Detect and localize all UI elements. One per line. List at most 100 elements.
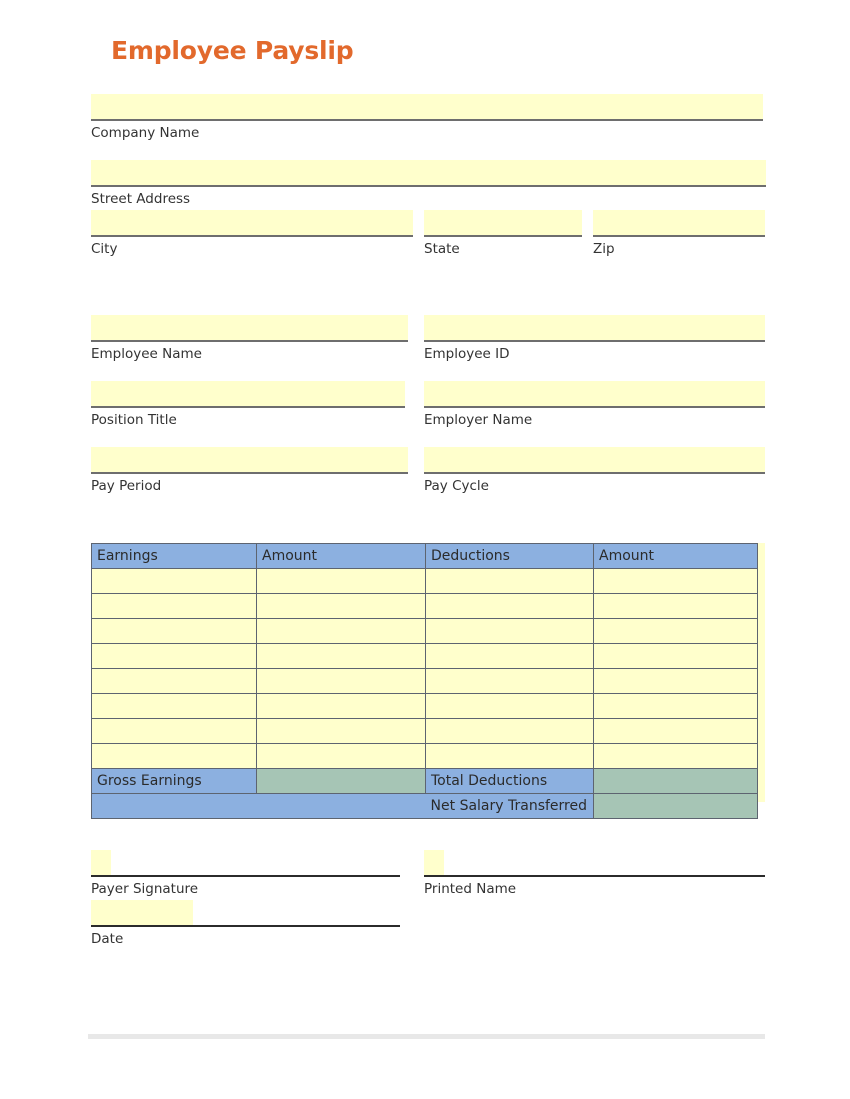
state-value <box>424 210 582 218</box>
cell-earnings[interactable] <box>91 618 257 644</box>
column-header-earnings: Earnings <box>91 543 257 569</box>
table-right-sliver <box>757 543 765 802</box>
field-employee-id: Employee ID <box>424 315 765 363</box>
field-state: State <box>424 210 582 258</box>
table-net-row: Net Salary Transferred <box>91 793 758 819</box>
position-title-value <box>91 381 405 389</box>
cell-deductions-amount[interactable] <box>593 643 758 669</box>
field-street-address: Street Address <box>91 160 766 208</box>
table-row <box>91 568 758 594</box>
cell-deductions-amount[interactable] <box>593 593 758 619</box>
cell-earnings-amount[interactable] <box>256 743 426 769</box>
field-printed-name: Printed Name <box>424 850 765 898</box>
cell-earnings-amount[interactable] <box>256 668 426 694</box>
pay-period-label: Pay Period <box>91 478 162 494</box>
gross-earnings-value[interactable] <box>256 768 426 794</box>
cell-deductions-amount[interactable] <box>593 743 758 769</box>
pay-cycle-input[interactable] <box>424 447 765 474</box>
cell-deductions-amount[interactable] <box>593 718 758 744</box>
field-zip: Zip <box>593 210 765 258</box>
employer-name-label: Employer Name <box>424 412 533 428</box>
cell-earnings-amount[interactable] <box>256 568 426 594</box>
pay-period-value <box>91 447 408 455</box>
cell-deductions[interactable] <box>425 668 594 694</box>
cell-deductions[interactable] <box>425 593 594 619</box>
table-row <box>91 618 758 644</box>
cell-earnings[interactable] <box>91 568 257 594</box>
field-company-name: Company Name <box>91 94 763 142</box>
payer-signature-value <box>91 850 111 875</box>
cell-deductions[interactable] <box>425 718 594 744</box>
employee-id-label: Employee ID <box>424 346 510 362</box>
field-pay-cycle: Pay Cycle <box>424 447 765 495</box>
table-row <box>91 693 758 719</box>
field-position-title: Position Title <box>91 381 405 429</box>
earnings-deductions-table: Earnings Amount Deductions Amount Gross … <box>91 543 758 819</box>
net-salary-label: Net Salary Transferred <box>91 793 594 819</box>
table-body: Gross Earnings Total Deductions Net Sala… <box>91 568 758 819</box>
cell-earnings[interactable] <box>91 718 257 744</box>
field-date: Date <box>91 900 400 948</box>
table-row <box>91 593 758 619</box>
page-title: Employee Payslip <box>111 36 354 65</box>
total-deductions-value[interactable] <box>593 768 758 794</box>
company-name-label: Company Name <box>91 125 200 141</box>
payer-signature-input[interactable] <box>91 850 400 877</box>
cell-deductions-amount[interactable] <box>593 568 758 594</box>
printed-name-input[interactable] <box>424 850 765 877</box>
column-header-deductions: Deductions <box>425 543 594 569</box>
employer-name-value <box>424 381 765 389</box>
footer-divider <box>88 1034 765 1039</box>
zip-input[interactable] <box>593 210 765 237</box>
employer-name-input[interactable] <box>424 381 765 408</box>
pay-cycle-label: Pay Cycle <box>424 478 489 494</box>
position-title-input[interactable] <box>91 381 405 408</box>
state-label: State <box>424 241 460 257</box>
payslip-page: Employee Payslip Company Name Street Add… <box>0 0 850 1099</box>
company-name-value <box>91 94 763 102</box>
employee-name-label: Employee Name <box>91 346 202 362</box>
cell-deductions-amount[interactable] <box>593 668 758 694</box>
state-input[interactable] <box>424 210 582 237</box>
company-name-input[interactable] <box>91 94 763 121</box>
printed-name-label: Printed Name <box>424 881 517 897</box>
cell-deductions[interactable] <box>425 693 594 719</box>
column-header-deductions-amount: Amount <box>593 543 758 569</box>
employee-id-value <box>424 315 765 323</box>
table-header-row: Earnings Amount Deductions Amount <box>91 543 758 569</box>
table-row <box>91 668 758 694</box>
cell-earnings[interactable] <box>91 693 257 719</box>
employee-name-input[interactable] <box>91 315 408 342</box>
cell-earnings[interactable] <box>91 668 257 694</box>
cell-deductions-amount[interactable] <box>593 693 758 719</box>
cell-earnings-amount[interactable] <box>256 693 426 719</box>
column-header-earnings-amount: Amount <box>256 543 426 569</box>
date-label: Date <box>91 931 124 947</box>
payer-signature-label: Payer Signature <box>91 881 199 897</box>
zip-label: Zip <box>593 241 615 257</box>
cell-earnings-amount[interactable] <box>256 618 426 644</box>
date-input[interactable] <box>91 900 400 927</box>
street-address-input[interactable] <box>91 160 766 187</box>
cell-deductions[interactable] <box>425 643 594 669</box>
city-input[interactable] <box>91 210 413 237</box>
cell-deductions[interactable] <box>425 743 594 769</box>
city-value <box>91 210 413 218</box>
field-payer-signature: Payer Signature <box>91 850 400 898</box>
table-row <box>91 743 758 769</box>
cell-earnings-amount[interactable] <box>256 718 426 744</box>
employee-id-input[interactable] <box>424 315 765 342</box>
cell-earnings[interactable] <box>91 593 257 619</box>
cell-deductions[interactable] <box>425 618 594 644</box>
net-salary-value[interactable] <box>593 793 758 819</box>
cell-deductions-amount[interactable] <box>593 618 758 644</box>
cell-deductions[interactable] <box>425 568 594 594</box>
pay-period-input[interactable] <box>91 447 408 474</box>
date-value <box>91 900 193 925</box>
cell-earnings[interactable] <box>91 643 257 669</box>
cell-earnings[interactable] <box>91 743 257 769</box>
table-totals-row: Gross Earnings Total Deductions <box>91 768 758 794</box>
field-pay-period: Pay Period <box>91 447 408 495</box>
cell-earnings-amount[interactable] <box>256 593 426 619</box>
cell-earnings-amount[interactable] <box>256 643 426 669</box>
